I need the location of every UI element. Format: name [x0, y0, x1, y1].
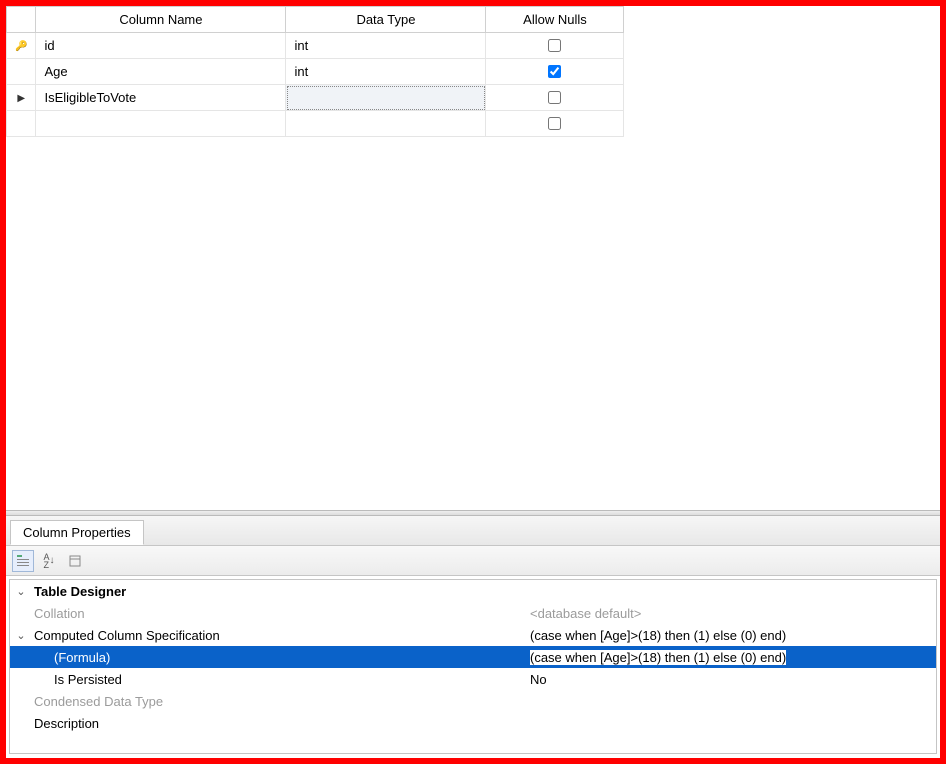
alphabetical-view-button[interactable]: AZ↓	[38, 550, 60, 572]
prop-value: (case when [Age]>(18) then (1) else (0) …	[530, 628, 786, 643]
data-type-cell[interactable]: int	[286, 33, 486, 59]
prop-name-label: (Formula)	[52, 650, 110, 665]
allow-nulls-checkbox[interactable]	[548, 39, 561, 52]
header-column-name[interactable]: Column Name	[36, 7, 286, 33]
column-row[interactable]: ▶ IsEligibleToVote	[7, 85, 624, 111]
columns-grid[interactable]: Column Name Data Type Allow Nulls 🔑 id i…	[6, 6, 624, 137]
allow-nulls-checkbox[interactable]	[548, 117, 561, 130]
prop-description[interactable]: Description	[10, 712, 936, 734]
allow-nulls-cell[interactable]	[486, 85, 624, 111]
prop-value: <database default>	[530, 606, 641, 621]
prop-is-persisted[interactable]: Is Persisted No	[10, 668, 936, 690]
row-indicator	[7, 111, 36, 137]
prop-name-label: Description	[32, 716, 99, 731]
categorized-view-button[interactable]	[12, 550, 34, 572]
prop-value-input[interactable]: (case when [Age]>(18) then (1) else (0) …	[530, 650, 786, 665]
data-type-cell[interactable]: int	[286, 59, 486, 85]
allow-nulls-cell[interactable]	[486, 33, 624, 59]
prop-name-label: Is Persisted	[52, 672, 122, 687]
prop-computed-column-spec[interactable]: ⌄ Computed Column Specification (case wh…	[10, 624, 936, 646]
expand-collapse-icon[interactable]: ⌄	[10, 585, 32, 598]
header-allow-nulls[interactable]: Allow Nulls	[486, 7, 624, 33]
current-row-indicator-icon: ▶	[7, 85, 36, 111]
column-properties-pane: Column Properties AZ↓ ⌄ Table Designer	[6, 516, 940, 754]
category-label: Table Designer	[32, 584, 126, 599]
prop-name-label: Condensed Data Type	[32, 694, 163, 709]
allow-nulls-cell[interactable]	[486, 111, 624, 137]
allow-nulls-cell[interactable]	[486, 59, 624, 85]
column-row[interactable]	[7, 111, 624, 137]
property-grid[interactable]: ⌄ Table Designer Collation <database def…	[9, 579, 937, 754]
data-type-cell[interactable]	[286, 111, 486, 137]
allow-nulls-checkbox[interactable]	[548, 65, 561, 78]
data-type-cell[interactable]	[286, 85, 486, 111]
allow-nulls-checkbox[interactable]	[548, 91, 561, 104]
row-indicator	[7, 59, 36, 85]
column-name-cell[interactable]: id	[36, 33, 286, 59]
primary-key-icon: 🔑	[7, 33, 36, 59]
prop-collation[interactable]: Collation <database default>	[10, 602, 936, 624]
expand-collapse-icon[interactable]: ⌄	[10, 629, 32, 642]
properties-tab-bar: Column Properties	[6, 516, 940, 546]
column-name-cell[interactable]: IsEligibleToVote	[36, 85, 286, 111]
table-designer-grid-pane: Column Name Data Type Allow Nulls 🔑 id i…	[6, 6, 940, 510]
header-data-type[interactable]: Data Type	[286, 7, 486, 33]
column-row[interactable]: Age int	[7, 59, 624, 85]
property-pages-button[interactable]	[64, 550, 86, 572]
column-properties-tab[interactable]: Column Properties	[10, 520, 144, 545]
prop-formula[interactable]: (Formula) (case when [Age]>(18) then (1)…	[10, 646, 936, 668]
column-name-cell[interactable]: Age	[36, 59, 286, 85]
column-name-cell[interactable]	[36, 111, 286, 137]
prop-name-label: Computed Column Specification	[32, 628, 220, 643]
column-row[interactable]: 🔑 id int	[7, 33, 624, 59]
prop-condensed-data-type[interactable]: Condensed Data Type	[10, 690, 936, 712]
properties-toolbar: AZ↓	[6, 546, 940, 576]
row-header-gutter	[7, 7, 36, 33]
prop-value: No	[530, 672, 547, 687]
prop-name-label: Collation	[32, 606, 85, 621]
category-table-designer[interactable]: ⌄ Table Designer	[10, 580, 936, 602]
